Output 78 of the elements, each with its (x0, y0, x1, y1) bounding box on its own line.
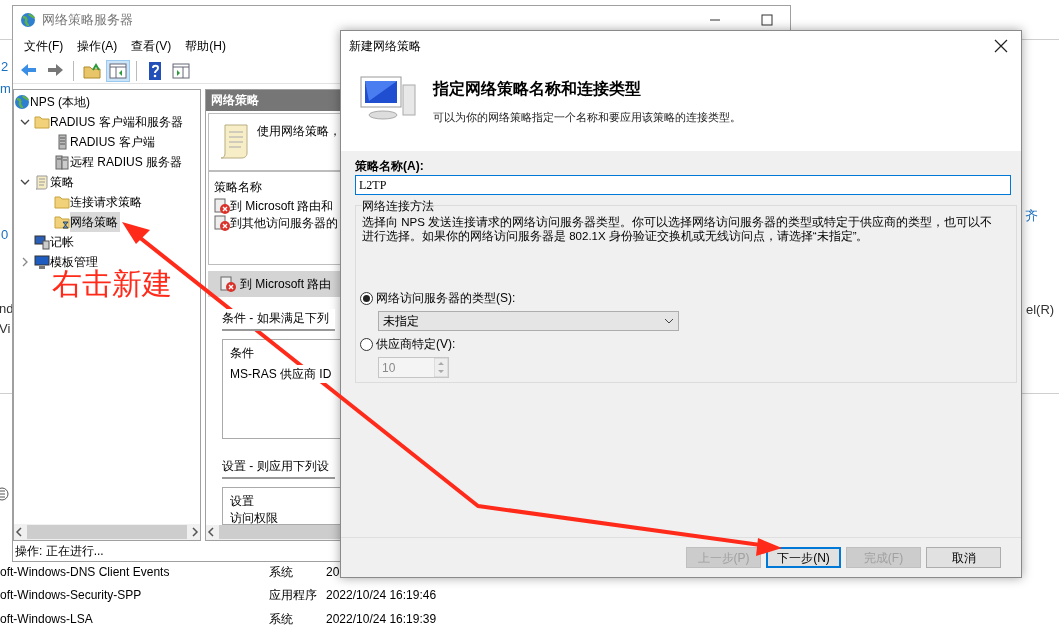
scrollbar[interactable] (14, 524, 200, 540)
table-cell: MS-RAS 供应商 ID (230, 365, 332, 384)
menu-item[interactable]: 操作(A) (70, 35, 125, 57)
folder-icon (34, 114, 50, 130)
tree-item[interactable]: RADIUS 客户端和服务器 (50, 112, 185, 132)
globe-icon (20, 12, 36, 28)
collapse-icon[interactable] (20, 177, 30, 187)
event-source: oft-Windows-DNS Client Events (0, 563, 171, 581)
tree-item[interactable]: 策略 (50, 172, 76, 192)
event-type: 应用程序 (269, 587, 318, 605)
toolbar-button[interactable] (106, 59, 130, 82)
folder-icon (54, 214, 70, 230)
disabled-policy-icon (214, 198, 230, 215)
event-source: oft-Windows-Security-SPP (0, 587, 143, 605)
radio-label: 网络访问服务器的类型(S): (376, 290, 516, 307)
column-header: 条件 (230, 345, 254, 363)
collapse-icon[interactable] (20, 117, 30, 127)
event-type: 系统 (269, 563, 294, 581)
group-title: 网络连接方法 (362, 197, 434, 215)
close-icon (994, 39, 1008, 53)
tree-item[interactable]: 网络策略 (70, 212, 120, 232)
dropdown-value: 未指定 (383, 313, 419, 330)
pane-icon (108, 60, 128, 81)
tree-item[interactable]: 远程 RADIUS 服务器 (70, 152, 184, 172)
tree-item[interactable]: 记帐 (50, 232, 76, 252)
wizard-button[interactable]: 取消 (926, 547, 1001, 568)
pane-icon (171, 60, 191, 81)
disabled-policy-icon (220, 276, 236, 293)
servers-icon (54, 154, 70, 170)
section-heading: 条件 - 如果满足下列 (222, 309, 335, 332)
policy-item[interactable]: 到 Microsoft 路由和 (230, 197, 334, 216)
status-text: 操作: 正在进行... (15, 543, 104, 560)
radio-label: 供应商特定(V): (376, 336, 456, 353)
column-header: 策略名称 (214, 178, 262, 196)
event-source: oft-Windows-LSA (0, 610, 94, 628)
scroll-icon (34, 174, 50, 190)
field-value: 10 (382, 359, 396, 377)
dialog-subtitle: 可以为你的网络策略指定一个名称和要应用该策略的连接类型。 (433, 110, 741, 125)
menu-item[interactable]: 帮助(H) (178, 35, 233, 57)
column-header: 设置 (230, 492, 254, 510)
annotation-text: 右击新建 (52, 269, 172, 299)
dialog-title: 新建网络策略 (349, 38, 421, 55)
monitor-icon (34, 254, 50, 270)
menu-item[interactable]: 查看(V) (124, 35, 179, 57)
window-text: el(R) (1026, 301, 1055, 319)
event-time: 20 (326, 563, 340, 581)
wizard-button[interactable]: 下一步(N) (766, 547, 841, 568)
computer-icon (34, 234, 50, 250)
tree-item[interactable]: 连接请求策略 (70, 192, 144, 212)
event-time: 2022/10/24 16:19:46 (326, 587, 437, 605)
spin-icon (434, 358, 448, 377)
scroll-icon (219, 121, 249, 162)
globe-icon (14, 94, 30, 110)
menu-item[interactable]: 文件(F) (17, 35, 71, 57)
expand-icon[interactable] (20, 257, 30, 267)
window-text: 齐 (1025, 207, 1038, 225)
window-title: 网络策略服务器 (42, 11, 133, 30)
field-label: 策略名称(A): (355, 158, 425, 175)
radio-button[interactable] (360, 291, 373, 305)
table-cell: 访问权限 (230, 509, 278, 527)
pane-description: 使用网络策略， (257, 122, 341, 140)
folder-icon (54, 194, 70, 210)
window-text: 2 (1, 58, 9, 76)
event-type: 系统 (269, 610, 294, 628)
tree-item[interactable]: RADIUS 客户端 (70, 132, 157, 152)
section-heading: 设置 - 则应用下列设 (222, 456, 335, 479)
list-icon (0, 487, 10, 501)
group-description: 选择向 NPS 发送连接请求的网络访问服务器类型。你可以选择网络访问服务器的类型或特定于供应商的类型，也可以不进行选择。如果你的网络访问服务器是 802.1X 身份验证交换机或无线访问点，请选择“未指定”。 (362, 215, 994, 244)
window-text: m (0, 80, 11, 98)
policy-item[interactable]: 到其他访问服务器的 (230, 214, 338, 233)
name-field[interactable]: L2TP (355, 175, 1011, 195)
chevron-icon (664, 318, 674, 324)
disabled-policy-icon (214, 215, 230, 232)
dropdown[interactable]: 未指定 (378, 311, 679, 331)
event-time: 2022/10/24 16:19:39 (326, 610, 437, 628)
detail-title: 到 Microsoft 路由 (240, 276, 332, 294)
tree-item[interactable]: NPS (本地) (30, 92, 92, 112)
window-text: 0 (1, 226, 9, 244)
